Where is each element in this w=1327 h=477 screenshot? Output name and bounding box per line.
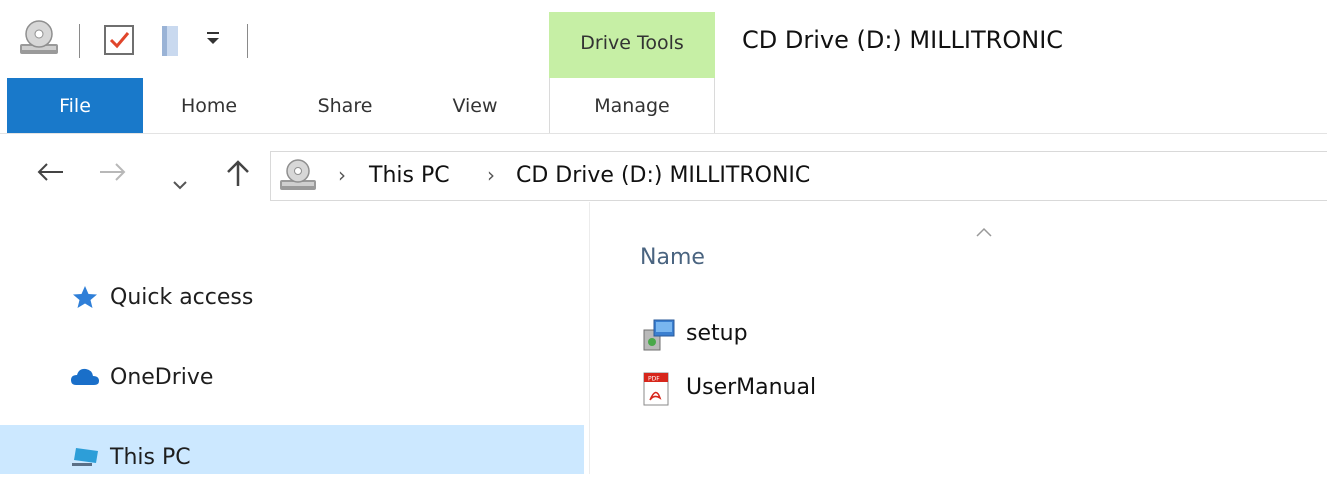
breadcrumb-cd-drive[interactable]: CD Drive (D:) MILLITRONIC [516, 163, 810, 188]
file-name: setup [686, 320, 748, 346]
ribbon-divider [0, 133, 1327, 134]
drive-tools-label: Drive Tools [580, 32, 684, 54]
tab-view[interactable]: View [425, 78, 525, 134]
new-folder-icon[interactable] [158, 24, 182, 62]
up-arrow-icon[interactable] [225, 158, 251, 195]
breadcrumb-this-pc[interactable]: This PC [369, 163, 450, 188]
properties-checkbox-icon[interactable] [103, 24, 135, 60]
tab-home[interactable]: Home [150, 78, 268, 134]
svg-text:PDF: PDF [648, 376, 660, 383]
tab-share[interactable]: Share [290, 78, 400, 134]
customize-dropdown-icon[interactable] [205, 28, 221, 52]
nav-item-label: This PC [110, 444, 191, 470]
computer-icon [70, 445, 100, 469]
tab-manage[interactable]: Manage [549, 78, 715, 134]
nav-item-label: Quick access [110, 284, 254, 310]
recent-locations-chevron-icon[interactable] [172, 168, 188, 198]
cd-drive-icon [278, 158, 320, 198]
file-name: UserManual [686, 374, 817, 400]
star-icon [70, 285, 100, 309]
forward-arrow-icon[interactable] [98, 160, 128, 191]
sort-ascending-icon [975, 222, 993, 243]
nav-item-quick-access[interactable]: Quick access [70, 277, 253, 317]
column-header-name[interactable]: Name [640, 245, 705, 270]
installer-icon [640, 318, 680, 351]
nav-item-this-pc[interactable]: This PC [70, 437, 191, 477]
cd-drive-icon[interactable] [18, 18, 60, 62]
list-item-setup[interactable]: setup [640, 316, 748, 351]
tab-file[interactable]: File [7, 78, 143, 134]
window-title: CD Drive (D:) MILLITRONIC [742, 26, 1064, 54]
cloud-icon [70, 365, 100, 389]
nav-item-onedrive[interactable]: OneDrive [70, 357, 213, 397]
breadcrumb-separator-icon[interactable]: › [338, 163, 346, 187]
breadcrumb-separator-icon[interactable]: › [487, 163, 495, 187]
nav-item-label: OneDrive [110, 364, 214, 390]
pdf-icon: PDF [640, 372, 680, 406]
list-item-usermanual[interactable]: PDF UserManual [640, 370, 817, 406]
back-arrow-icon[interactable] [35, 160, 65, 191]
